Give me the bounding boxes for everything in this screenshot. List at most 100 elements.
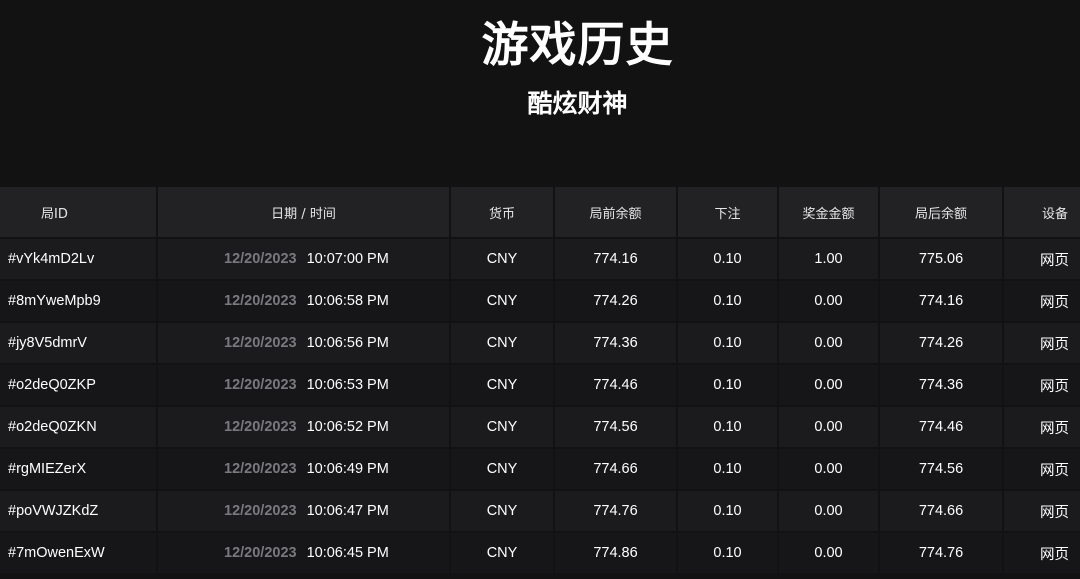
table-header: 局ID 日期 / 时间 货币 局前余额 下注 奖金金额 局后余额 设备 — [0, 187, 1080, 239]
datetime-cell: 12/20/2023 10:06:52 PM — [158, 407, 451, 447]
time: 10:06:53 PM — [306, 377, 389, 393]
device: 网页 — [1040, 462, 1069, 479]
win: 0.00 — [779, 365, 880, 405]
table-row[interactable]: #o2deQ0ZKN 12/20/2023 10:06:52 PM CNY 774… — [0, 407, 1080, 449]
bet: 0.10 — [678, 323, 779, 363]
table-row[interactable]: #o2deQ0ZKP 12/20/2023 10:06:53 PM CNY 774… — [0, 365, 1080, 407]
datetime-cell: 12/20/2023 10:07:00 PM — [158, 239, 451, 279]
column-header-round-id: 局ID — [0, 187, 158, 237]
table-row[interactable]: #vYk4mD2Lv 12/20/2023 10:07:00 PM CNY 774… — [0, 239, 1080, 281]
round-id[interactable]: #8mYweMpb9 — [0, 281, 158, 321]
date: 12/20/2023 — [224, 251, 297, 267]
currency: CNY — [451, 449, 555, 489]
bet: 0.10 — [678, 239, 779, 279]
date: 12/20/2023 — [224, 335, 297, 351]
win: 0.00 — [779, 323, 880, 363]
device: 网页 — [1040, 378, 1069, 395]
device: 网页 — [1040, 420, 1069, 437]
win: 0.00 — [779, 281, 880, 321]
datetime-cell: 12/20/2023 10:06:49 PM — [158, 449, 451, 489]
datetime-cell: 12/20/2023 10:06:58 PM — [158, 281, 451, 321]
date: 12/20/2023 — [224, 377, 297, 393]
round-id[interactable]: #poVWJZKdZ — [0, 491, 158, 531]
bet: 0.10 — [678, 407, 779, 447]
currency: CNY — [451, 281, 555, 321]
date: 12/20/2023 — [224, 503, 297, 519]
time: 10:06:56 PM — [306, 335, 389, 351]
balance-after: 774.76 — [880, 533, 1004, 573]
balance-before: 774.66 — [555, 449, 678, 489]
balance-before: 774.86 — [555, 533, 678, 573]
table-row[interactable]: #8mYweMpb9 12/20/2023 10:06:58 PM CNY 774… — [0, 281, 1080, 323]
device: 网页 — [1040, 504, 1069, 521]
column-header-win: 奖金金额 — [779, 187, 880, 237]
currency: CNY — [451, 239, 555, 279]
round-id[interactable]: #rgMIEZerX — [0, 449, 158, 489]
currency: CNY — [451, 323, 555, 363]
balance-before: 774.46 — [555, 365, 678, 405]
round-id[interactable]: #vYk4mD2Lv — [0, 239, 158, 279]
column-header-bet: 下注 — [678, 187, 779, 237]
bet: 0.10 — [678, 491, 779, 531]
table-row[interactable]: #jy8V5dmrV 12/20/2023 10:06:56 PM CNY 774… — [0, 323, 1080, 365]
device: 网页 — [1040, 546, 1069, 563]
win: 0.00 — [779, 407, 880, 447]
balance-after: 774.66 — [880, 491, 1004, 531]
balance-after: 774.46 — [880, 407, 1004, 447]
page-title: 游戏历史 — [481, 18, 674, 73]
date: 12/20/2023 — [224, 461, 297, 477]
time: 10:06:45 PM — [306, 545, 389, 561]
date: 12/20/2023 — [224, 545, 297, 561]
round-id[interactable]: #o2deQ0ZKP — [0, 365, 158, 405]
round-id[interactable]: #o2deQ0ZKN — [0, 407, 158, 447]
currency: CNY — [451, 407, 555, 447]
balance-after: 774.26 — [880, 323, 1004, 363]
round-id[interactable]: #7mOwenExW — [0, 533, 158, 573]
column-header-balance-before: 局前余额 — [555, 187, 678, 237]
column-header-balance-after: 局后余额 — [880, 187, 1004, 237]
balance-before: 774.76 — [555, 491, 678, 531]
datetime-cell: 12/20/2023 10:06:56 PM — [158, 323, 451, 363]
datetime-cell: 12/20/2023 10:06:53 PM — [158, 365, 451, 405]
currency: CNY — [451, 491, 555, 531]
time: 10:06:47 PM — [306, 503, 389, 519]
table-row[interactable]: #7mOwenExW 12/20/2023 10:06:45 PM CNY 774… — [0, 533, 1080, 575]
round-id[interactable]: #jy8V5dmrV — [0, 323, 158, 363]
column-header-currency: 货币 — [451, 187, 555, 237]
history-table: 局ID 日期 / 时间 货币 局前余额 下注 奖金金额 局后余额 设备 #vYk… — [0, 187, 1080, 575]
time: 10:06:58 PM — [306, 293, 389, 309]
bet: 0.10 — [678, 365, 779, 405]
game-name: 酷炫财神 — [527, 89, 628, 118]
device: 网页 — [1040, 252, 1069, 269]
balance-before: 774.26 — [555, 281, 678, 321]
time: 10:07:00 PM — [306, 251, 389, 267]
currency: CNY — [451, 533, 555, 573]
date: 12/20/2023 — [224, 293, 297, 309]
win: 1.00 — [779, 239, 880, 279]
device: 网页 — [1040, 336, 1069, 353]
bet: 0.10 — [678, 533, 779, 573]
column-header-device: 设备 — [1042, 206, 1069, 222]
table-row[interactable]: #poVWJZKdZ 12/20/2023 10:06:47 PM CNY 774… — [0, 491, 1080, 533]
date: 12/20/2023 — [224, 419, 297, 435]
balance-after: 774.56 — [880, 449, 1004, 489]
balance-after: 774.16 — [880, 281, 1004, 321]
column-header-datetime: 日期 / 时间 — [158, 187, 451, 237]
balance-after: 774.36 — [880, 365, 1004, 405]
datetime-cell: 12/20/2023 10:06:45 PM — [158, 533, 451, 573]
balance-before: 774.36 — [555, 323, 678, 363]
win: 0.00 — [779, 491, 880, 531]
table-row[interactable]: #rgMIEZerX 12/20/2023 10:06:49 PM CNY 774… — [0, 449, 1080, 491]
time: 10:06:52 PM — [306, 419, 389, 435]
page-header: 游戏历史 酷炫财神 — [0, 0, 1080, 187]
win: 0.00 — [779, 449, 880, 489]
win: 0.00 — [779, 533, 880, 573]
bet: 0.10 — [678, 281, 779, 321]
time: 10:06:49 PM — [306, 461, 389, 477]
currency: CNY — [451, 365, 555, 405]
balance-before: 774.16 — [555, 239, 678, 279]
balance-before: 774.56 — [555, 407, 678, 447]
device: 网页 — [1040, 294, 1069, 311]
balance-after: 775.06 — [880, 239, 1004, 279]
bet: 0.10 — [678, 449, 779, 489]
